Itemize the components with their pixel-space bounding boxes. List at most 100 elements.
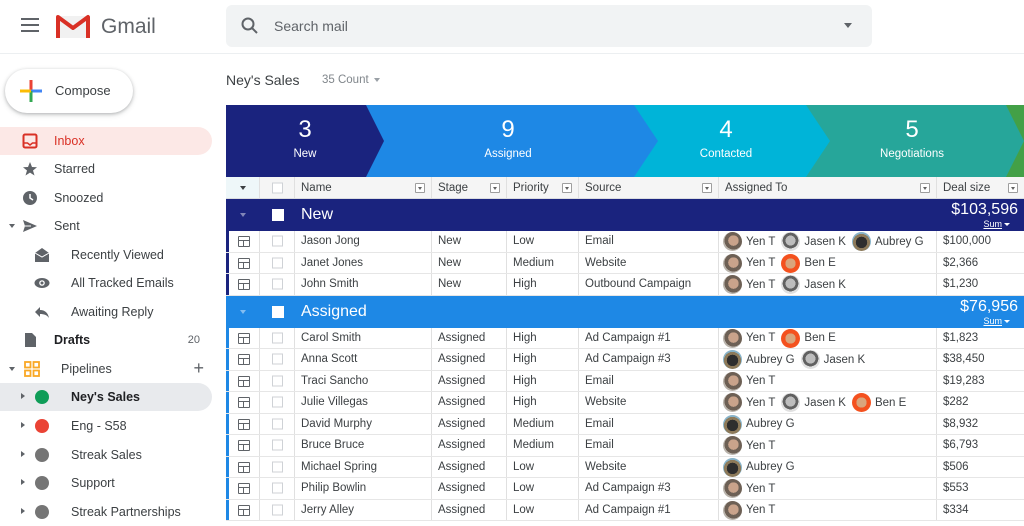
stage-cell[interactable]: Assigned (432, 435, 507, 456)
expand-caret-icon[interactable] (21, 479, 25, 486)
sidebar-item-inbox[interactable]: Inbox (0, 127, 212, 155)
sidebar-pipeline-item[interactable]: Support (0, 469, 212, 497)
priority-cell[interactable]: Low (507, 478, 579, 499)
deal-size-cell[interactable]: $553 (937, 478, 1024, 499)
column-menu-icon[interactable] (1008, 182, 1018, 193)
row-checkbox[interactable] (272, 482, 283, 494)
column-menu-icon[interactable] (490, 182, 500, 193)
row-checkbox[interactable] (272, 353, 283, 365)
source-cell[interactable]: Email (579, 370, 719, 391)
expand-caret-icon[interactable] (21, 450, 25, 457)
table-row[interactable]: John Smith New High Outbound Campaign Yen T J… (226, 274, 1024, 296)
assigned-to-cell[interactable]: Aubrey G Jasen K (719, 349, 937, 370)
add-pipeline-icon[interactable]: + (193, 358, 204, 379)
name-cell[interactable]: Jason Jong (295, 231, 432, 252)
assigned-to-cell[interactable]: Yen T (719, 370, 937, 391)
group-sum-dropdown[interactable]: Sum (983, 219, 1002, 229)
group-toggle-header[interactable] (226, 177, 260, 198)
sidebar-item-all-tracked[interactable]: All Tracked Emails (0, 269, 212, 297)
search-icon[interactable] (240, 16, 260, 36)
stage-cell[interactable]: New (432, 274, 507, 295)
row-checkbox[interactable] (272, 332, 283, 344)
row-checkbox[interactable] (272, 396, 283, 408)
row-checkbox[interactable] (272, 278, 283, 290)
assignee[interactable]: Aubrey G (851, 232, 924, 251)
select-all-checkbox[interactable] (272, 182, 283, 193)
open-box-icon[interactable] (238, 354, 250, 365)
stage-cell[interactable]: Assigned (432, 456, 507, 477)
name-cell[interactable]: Bruce Bruce (295, 435, 432, 456)
expand-caret-icon[interactable] (21, 508, 25, 515)
stage-cell[interactable]: Assigned (432, 413, 507, 434)
search-input[interactable]: Search mail (274, 18, 348, 34)
sidebar-item-awaiting-reply[interactable]: Awaiting Reply (0, 298, 212, 326)
row-checkbox[interactable] (272, 504, 283, 516)
open-box-icon[interactable] (238, 375, 250, 387)
priority-cell[interactable]: High (507, 327, 579, 348)
search-options-icon[interactable] (844, 23, 852, 28)
column-header-assigned-to[interactable]: Assigned To (719, 177, 937, 198)
group-header-new[interactable]: New $103,596 Sum (226, 199, 1024, 231)
assigned-to-cell[interactable]: Yen T (719, 478, 937, 499)
priority-cell[interactable]: High (507, 392, 579, 413)
main-menu-icon[interactable] (21, 18, 39, 32)
table-row[interactable]: Julie Villegas Assigned High Website Yen T Ja… (226, 392, 1024, 414)
table-row[interactable]: Jason Jong New Low Email Yen T Jasen K Aubrey … (226, 231, 1024, 253)
source-cell[interactable]: Outbound Campaign (579, 274, 719, 295)
priority-cell[interactable]: Medium (507, 252, 579, 273)
table-row[interactable]: Janet Jones New Medium Website Yen T Ben E $2,… (226, 252, 1024, 274)
stage-new[interactable]: 3 New (246, 105, 364, 177)
assigned-to-cell[interactable]: Yen T Ben E (719, 327, 937, 348)
stage-cell[interactable]: Assigned (432, 327, 507, 348)
source-cell[interactable]: Ad Campaign #1 (579, 327, 719, 348)
name-cell[interactable]: Julie Villegas (295, 392, 432, 413)
assigned-to-cell[interactable]: Yen T Jasen K Ben E (719, 392, 937, 413)
assignee[interactable]: Aubrey G (723, 414, 795, 434)
column-menu-icon[interactable] (702, 182, 712, 193)
search-bar[interactable]: Search mail (226, 5, 872, 47)
stage-assigned[interactable]: 9 Assigned (406, 105, 610, 177)
name-cell[interactable]: David Murphy (295, 413, 432, 434)
name-cell[interactable]: Janet Jones (295, 252, 432, 273)
sidebar-pipeline-item[interactable]: Ney's Sales (0, 383, 212, 411)
sidebar-pipeline-item[interactable]: Streak Sales (0, 441, 212, 469)
assignee[interactable]: Yen T (723, 275, 775, 294)
chevron-down-icon[interactable] (1004, 319, 1010, 323)
priority-cell[interactable]: High (507, 370, 579, 391)
stage-negotiations[interactable]: 5 Negotiations (832, 105, 992, 177)
name-cell[interactable]: Traci Sancho (295, 370, 432, 391)
assignee[interactable]: Yen T (723, 436, 775, 455)
assignee[interactable]: Yen T (723, 253, 775, 273)
table-row[interactable]: Jerry Alley Assigned Low Ad Campaign #1 Yen … (226, 499, 1024, 521)
group-collapse-icon[interactable] (240, 309, 246, 314)
assigned-to-cell[interactable]: Yen T (719, 435, 937, 456)
open-box-icon[interactable] (238, 483, 250, 494)
priority-cell[interactable]: Low (507, 499, 579, 520)
name-cell[interactable]: John Smith (295, 274, 432, 295)
column-header-deal-size[interactable]: Deal size (937, 177, 1024, 198)
source-cell[interactable]: Ad Campaign #3 (579, 349, 719, 370)
table-row[interactable]: Bruce Bruce Assigned Medium Email Yen T $6,79… (226, 435, 1024, 457)
open-box-icon[interactable] (238, 504, 250, 516)
open-box-icon[interactable] (238, 418, 250, 430)
name-cell[interactable]: Carol Smith (295, 327, 432, 348)
deal-size-cell[interactable]: $282 (937, 392, 1024, 413)
column-menu-icon[interactable] (415, 182, 425, 193)
name-cell[interactable]: Jerry Alley (295, 499, 432, 520)
stage-cell[interactable]: Assigned (432, 499, 507, 520)
column-header-name[interactable]: Name (295, 177, 432, 198)
stage-cell[interactable]: New (432, 231, 507, 252)
column-header-priority[interactable]: Priority (507, 177, 579, 198)
assignee[interactable]: Aubrey G (723, 350, 795, 369)
count-dropdown[interactable]: 35 Count (322, 74, 380, 86)
assignee[interactable]: Jasen K (781, 275, 846, 294)
deal-size-cell[interactable]: $1,823 (937, 328, 1024, 349)
assigned-to-cell[interactable]: Aubrey G (719, 456, 937, 477)
row-checkbox[interactable] (272, 235, 283, 247)
source-cell[interactable]: Website (579, 456, 719, 477)
column-menu-icon[interactable] (562, 182, 572, 193)
column-header-source[interactable]: Source (579, 177, 719, 198)
assigned-to-cell[interactable]: Yen T (719, 499, 937, 520)
stage-cell[interactable]: Assigned (432, 370, 507, 391)
deal-size-cell[interactable]: $100,000 (937, 231, 1024, 252)
